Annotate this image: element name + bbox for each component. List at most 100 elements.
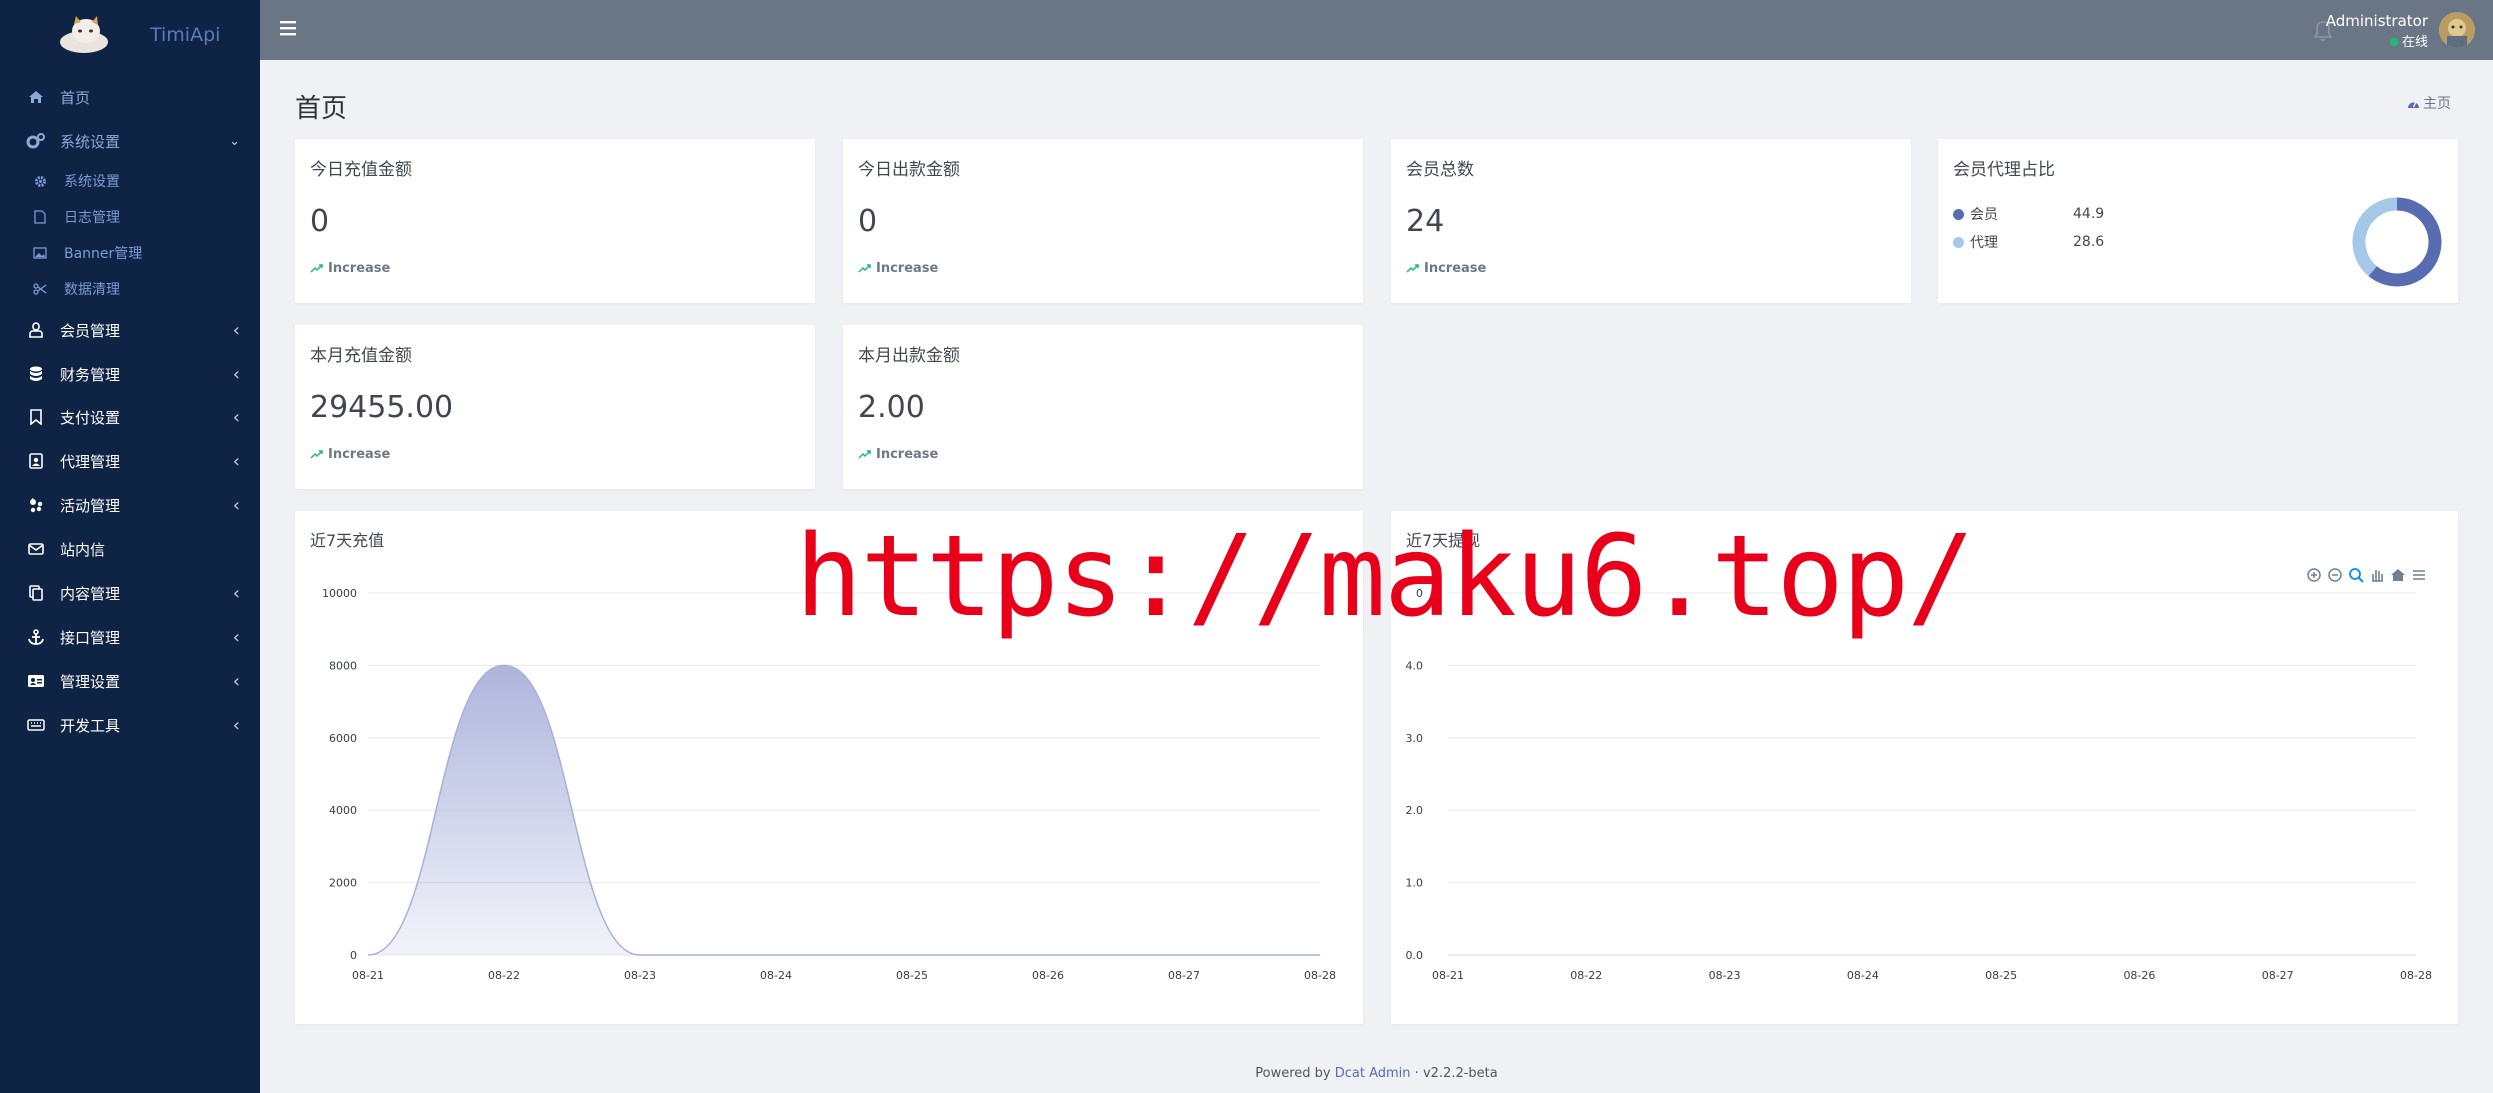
reset-zoom-icon[interactable]	[2390, 567, 2406, 583]
x-tick-label: 08-23	[1709, 969, 1741, 982]
trend-label: Increase	[1424, 261, 1487, 276]
pan-icon[interactable]	[2369, 567, 2385, 583]
trend-label: Increase	[876, 447, 939, 462]
card-value: 29455.00	[310, 390, 454, 425]
cat-logo-icon	[60, 16, 108, 53]
footer-link[interactable]: Dcat Admin	[1335, 1066, 1411, 1081]
x-tick-label: 08-28	[1304, 969, 1336, 982]
y-tick-label: 0	[350, 949, 357, 962]
menu-toggle-icon[interactable]	[278, 18, 300, 38]
legend-swatch	[1953, 236, 1964, 248]
sidebar-item-activities[interactable]: 活动管理 ‹	[0, 485, 260, 525]
keyboard-icon	[26, 715, 46, 735]
breadcrumb[interactable]: 主页	[2407, 93, 2451, 113]
sidebar-item-messages[interactable]: 站内信	[0, 529, 260, 569]
card-value: 24	[1406, 204, 1445, 239]
trend-indicator: Increase	[310, 261, 390, 276]
avatar[interactable]	[2439, 12, 2475, 48]
trending-up-icon	[310, 450, 323, 459]
sidebar-item-dev-tools[interactable]: 开发工具 ‹	[0, 705, 260, 745]
x-tick-label: 08-27	[2262, 969, 2294, 982]
chevron-down-icon: ⌄	[229, 133, 240, 149]
x-tick-label: 08-21	[352, 969, 384, 982]
sidebar-item-label: 财务管理	[60, 365, 121, 384]
sidebar-item-payment[interactable]: 支付设置 ‹	[0, 397, 260, 437]
legend-label: 代理	[1970, 235, 1998, 251]
x-tick-label: 08-26	[2123, 969, 2155, 982]
envelope-icon	[26, 539, 46, 559]
x-tick-label: 08-25	[896, 969, 928, 982]
sidebar-item-members[interactable]: 会员管理 ‹	[0, 310, 260, 350]
donut-slice	[2368, 197, 2442, 287]
card-today-withdraw: 今日出款金额 0 Increase	[843, 139, 1363, 303]
breadcrumb-home[interactable]: 主页	[2423, 96, 2451, 112]
sidebar-item-agents[interactable]: 代理管理 ‹	[0, 441, 260, 481]
card-month-recharge: 本月充值金额 29455.00 Increase	[295, 325, 815, 489]
chevron-left-icon: ‹	[232, 582, 240, 604]
x-tick-label: 08-27	[1168, 969, 1200, 982]
chevron-left-icon: ‹	[232, 406, 240, 428]
sidebar-item-label: 代理管理	[60, 452, 121, 471]
user-status-text: 在线	[2401, 35, 2428, 50]
zoom-in-icon[interactable]	[2306, 567, 2322, 583]
top-navbar: Administrator 在线	[260, 0, 2493, 60]
trend-indicator: Increase	[310, 447, 390, 462]
home-icon	[26, 87, 46, 107]
page-title: 首页	[295, 94, 348, 124]
sidebar-item-label: 活动管理	[60, 496, 121, 515]
user-status: 在线	[2389, 31, 2428, 50]
y-tick-label: 8000	[329, 659, 357, 672]
sidebar-item-label: 站内信	[60, 540, 106, 559]
chevron-left-icon: ‹	[232, 670, 240, 692]
image-icon	[32, 245, 48, 261]
sidebar-item-label: 管理设置	[60, 672, 121, 691]
sidebar: TimiApi 首页 系统设置 ⌄ 系统设置 日志管理 Banner管理 数据清…	[0, 0, 260, 1093]
donut-chart	[2352, 197, 2442, 287]
sidebar-subitem-logs[interactable]: 日志管理	[0, 200, 260, 234]
sidebar-item-api[interactable]: 接口管理 ‹	[0, 617, 260, 657]
y-tick-label: 3.0	[1406, 732, 1424, 745]
footer-version: v2.2.2-beta	[1422, 1066, 1498, 1081]
trend-indicator: Increase	[858, 447, 938, 462]
card-title: 今日充值金额	[310, 160, 412, 180]
y-tick-label: 0.0	[1406, 949, 1424, 962]
card-value: 0	[858, 204, 878, 239]
card-title: 本月充值金额	[310, 346, 412, 366]
trend-label: Increase	[328, 261, 391, 276]
chevron-left-icon: ‹	[232, 494, 240, 516]
database-icon	[26, 364, 46, 384]
sidebar-item-label: 系统设置	[60, 132, 121, 151]
sidebar-item-home[interactable]: 首页	[0, 77, 260, 117]
trend-label: Increase	[876, 261, 939, 276]
x-tick-label: 08-26	[1032, 969, 1064, 982]
sidebar-item-system[interactable]: 系统设置 ⌄	[0, 121, 260, 161]
sidebar-item-label: Banner管理	[64, 246, 143, 262]
sidebar-subitem-system-settings[interactable]: 系统设置	[0, 164, 260, 198]
brand[interactable]: TimiApi	[0, 0, 260, 66]
sidebar-subitem-banner[interactable]: Banner管理	[0, 236, 260, 270]
chart-menu-icon[interactable]	[2411, 567, 2427, 583]
dashboard-icon	[2408, 101, 2419, 108]
chevron-left-icon: ‹	[232, 363, 240, 385]
sidebar-item-label: 支付设置	[60, 408, 121, 427]
x-tick-label: 08-21	[1432, 969, 1464, 982]
selection-zoom-icon[interactable]	[2348, 567, 2364, 583]
sidebar-item-label: 日志管理	[64, 210, 120, 226]
y-tick-label: 2.0	[1406, 804, 1424, 817]
user-name[interactable]: Administrator	[2326, 12, 2428, 30]
sidebar-item-finance[interactable]: 财务管理 ‹	[0, 354, 260, 394]
x-tick-label: 08-23	[624, 969, 656, 982]
sidebar-item-label: 会员管理	[60, 321, 121, 340]
anchor-icon	[26, 627, 46, 647]
x-tick-label: 08-28	[2400, 969, 2432, 982]
sidebar-subitem-data-clean[interactable]: 数据清理	[0, 272, 260, 306]
x-tick-label: 08-24	[760, 969, 792, 982]
card-member-total: 会员总数 24 Increase	[1391, 139, 1911, 303]
gears-icon	[26, 131, 46, 151]
sidebar-item-content[interactable]: 内容管理 ‹	[0, 573, 260, 613]
y-tick-label: 2000	[329, 877, 357, 890]
sidebar-item-label: 数据清理	[64, 282, 120, 298]
sidebar-item-admin-settings[interactable]: 管理设置 ‹	[0, 661, 260, 701]
card-member-ratio: 会员代理占比 会员 44.9 代理 28.6	[1938, 139, 2458, 303]
zoom-out-icon[interactable]	[2327, 567, 2343, 583]
